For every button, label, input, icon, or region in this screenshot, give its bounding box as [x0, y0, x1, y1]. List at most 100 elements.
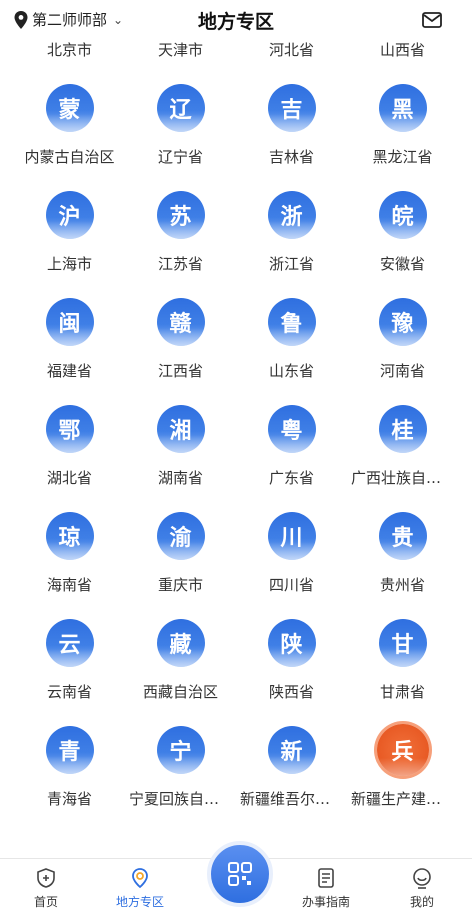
- region-item[interactable]: 陕陕西省: [236, 606, 347, 713]
- region-badge-char: 陕: [280, 633, 303, 658]
- region-label: 贵州省: [379, 576, 425, 594]
- mail-icon[interactable]: [422, 12, 442, 28]
- region-item[interactable]: 桂广西壮族自治区: [347, 392, 458, 499]
- region-badge-char: 琼: [58, 526, 81, 551]
- region-item[interactable]: 黑黑龙江省: [347, 71, 458, 178]
- tab-mine-label: 我的: [409, 895, 434, 909]
- regions-grid: 北京市 天津市 河北省 山西省蒙内蒙古自治区辽辽宁省吉吉林省黑黑龙江省沪上海市苏江苏省…: [0, 0, 472, 820]
- region-badge-icon: 兵: [376, 724, 429, 776]
- region-label: 甘肃省: [379, 683, 425, 701]
- region-badge-char: 渝: [169, 526, 192, 551]
- region-badge-char: 粤: [280, 419, 303, 444]
- region-label: 四川省: [268, 576, 314, 594]
- region-badge-char: 宁: [169, 740, 192, 765]
- tab-guide-label: 办事指南: [301, 895, 350, 909]
- region-badge-icon: 藏: [156, 619, 205, 667]
- region-item[interactable]: 闽福建省: [14, 285, 125, 392]
- region-badge-char: 浙: [280, 205, 303, 230]
- region-badge-char: 新: [280, 740, 303, 765]
- region-item[interactable]: 云云南省: [14, 606, 125, 713]
- region-item[interactable]: 贵贵州省: [347, 499, 458, 606]
- region-item[interactable]: 藏西藏自治区: [125, 606, 236, 713]
- region-item[interactable]: 辽辽宁省: [125, 71, 236, 178]
- region-item[interactable]: 吉吉林省: [236, 71, 347, 178]
- region-item[interactable]: 川四川省: [236, 499, 347, 606]
- region-label: 福建省: [46, 362, 92, 380]
- region-item[interactable]: 沪上海市: [14, 178, 125, 285]
- region-badge-char: 藏: [169, 633, 192, 658]
- region-badge-icon: 豫: [378, 298, 427, 346]
- region-item[interactable]: 粤广东省: [236, 392, 347, 499]
- region-badge-icon: 赣: [156, 298, 205, 346]
- region-badge-char: 黑: [391, 98, 414, 123]
- region-label: 湖南省: [157, 469, 203, 487]
- region-item[interactable]: 琼海南省: [14, 499, 125, 606]
- region-item[interactable]: 甘甘肃省: [347, 606, 458, 713]
- region-badge-char: 闽: [58, 312, 81, 337]
- document-icon: [318, 868, 334, 888]
- region-item[interactable]: 宁宁夏回族自治区: [125, 713, 236, 820]
- region-badge-char: 鄂: [58, 419, 81, 444]
- region-label: 天津市: [157, 41, 203, 59]
- region-item[interactable]: 湘湖南省: [125, 392, 236, 499]
- region-label: 上海市: [46, 255, 92, 273]
- region-label: 河北省: [268, 41, 314, 59]
- region-item[interactable]: 皖安徽省: [347, 178, 458, 285]
- region-item[interactable]: 苏江苏省: [125, 178, 236, 285]
- region-item[interactable]: 赣江西省: [125, 285, 236, 392]
- tab-local[interactable]: 地方专区: [100, 867, 180, 910]
- region-item[interactable]: 青青海省: [14, 713, 125, 820]
- region-badge-char: 桂: [391, 419, 414, 444]
- region-item[interactable]: 浙浙江省: [236, 178, 347, 285]
- region-label: 北京市: [46, 41, 92, 59]
- region-badge-icon: 皖: [378, 191, 427, 239]
- region-label: 江苏省: [157, 255, 203, 273]
- region-badge-icon: 黑: [378, 84, 427, 132]
- region-badge-icon: 沪: [45, 191, 94, 239]
- region-badge-icon: 苏: [156, 191, 205, 239]
- tab-home-label: 首页: [33, 895, 58, 909]
- qr-scan-button[interactable]: [207, 841, 273, 907]
- tab-guide[interactable]: 办事指南: [286, 867, 366, 910]
- region-label: 河南省: [379, 362, 425, 380]
- region-badge-icon: 川: [267, 512, 316, 560]
- region-badge-icon: 闽: [45, 298, 94, 346]
- region-badge-icon: 蒙: [45, 84, 94, 132]
- region-item[interactable]: 兵新疆生产建设兵团: [347, 713, 458, 820]
- region-badge-icon: 云: [45, 619, 94, 667]
- region-badge-char: 豫: [391, 312, 414, 337]
- tab-local-label: 地方专区: [115, 895, 164, 909]
- smiley-icon: [413, 868, 431, 889]
- region-badge-char: 鲁: [280, 312, 303, 337]
- region-label: 云南省: [46, 683, 92, 701]
- region-label: 重庆市: [157, 576, 203, 594]
- region-badge-char: 赣: [169, 312, 192, 337]
- region-item[interactable]: 新新疆维吾尔自治区: [236, 713, 347, 820]
- region-badge-char: 蒙: [58, 98, 81, 123]
- region-item[interactable]: 渝重庆市: [125, 499, 236, 606]
- region-item[interactable]: 蒙内蒙古自治区: [14, 71, 125, 178]
- region-item[interactable]: 鲁山东省: [236, 285, 347, 392]
- region-label: 宁夏回族自治区: [129, 790, 235, 808]
- region-badge-icon: 鄂: [45, 405, 94, 453]
- regions-scroll-area[interactable]: 北京市 天津市 河北省 山西省蒙内蒙古自治区辽辽宁省吉吉林省黑黑龙江省沪上海市苏江苏省…: [0, 0, 472, 860]
- region-badge-icon: 渝: [156, 512, 205, 560]
- region-label: 安徽省: [379, 255, 425, 273]
- tab-home[interactable]: 首页: [6, 867, 86, 910]
- region-badge-icon: 辽: [156, 84, 205, 132]
- region-badge-char: 青: [58, 740, 81, 765]
- region-badge-icon: 新: [267, 726, 316, 774]
- tab-mine[interactable]: 我的: [382, 867, 462, 910]
- region-badge-icon: 浙: [267, 191, 316, 239]
- region-badge-icon: 贵: [378, 512, 427, 560]
- bottom-tab-bar: 首页 地方专区 办事指南 我的: [0, 841, 472, 919]
- region-label: 青海省: [46, 790, 92, 808]
- region-label: 浙江省: [268, 255, 314, 273]
- region-label: 山东省: [268, 362, 314, 380]
- shield-home-icon: [37, 868, 55, 888]
- region-item[interactable]: 豫河南省: [347, 285, 458, 392]
- region-label: 江西省: [157, 362, 203, 380]
- region-item[interactable]: 鄂湖北省: [14, 392, 125, 499]
- region-label: 山西省: [379, 41, 425, 59]
- region-label: 新疆生产建设兵团: [351, 790, 458, 808]
